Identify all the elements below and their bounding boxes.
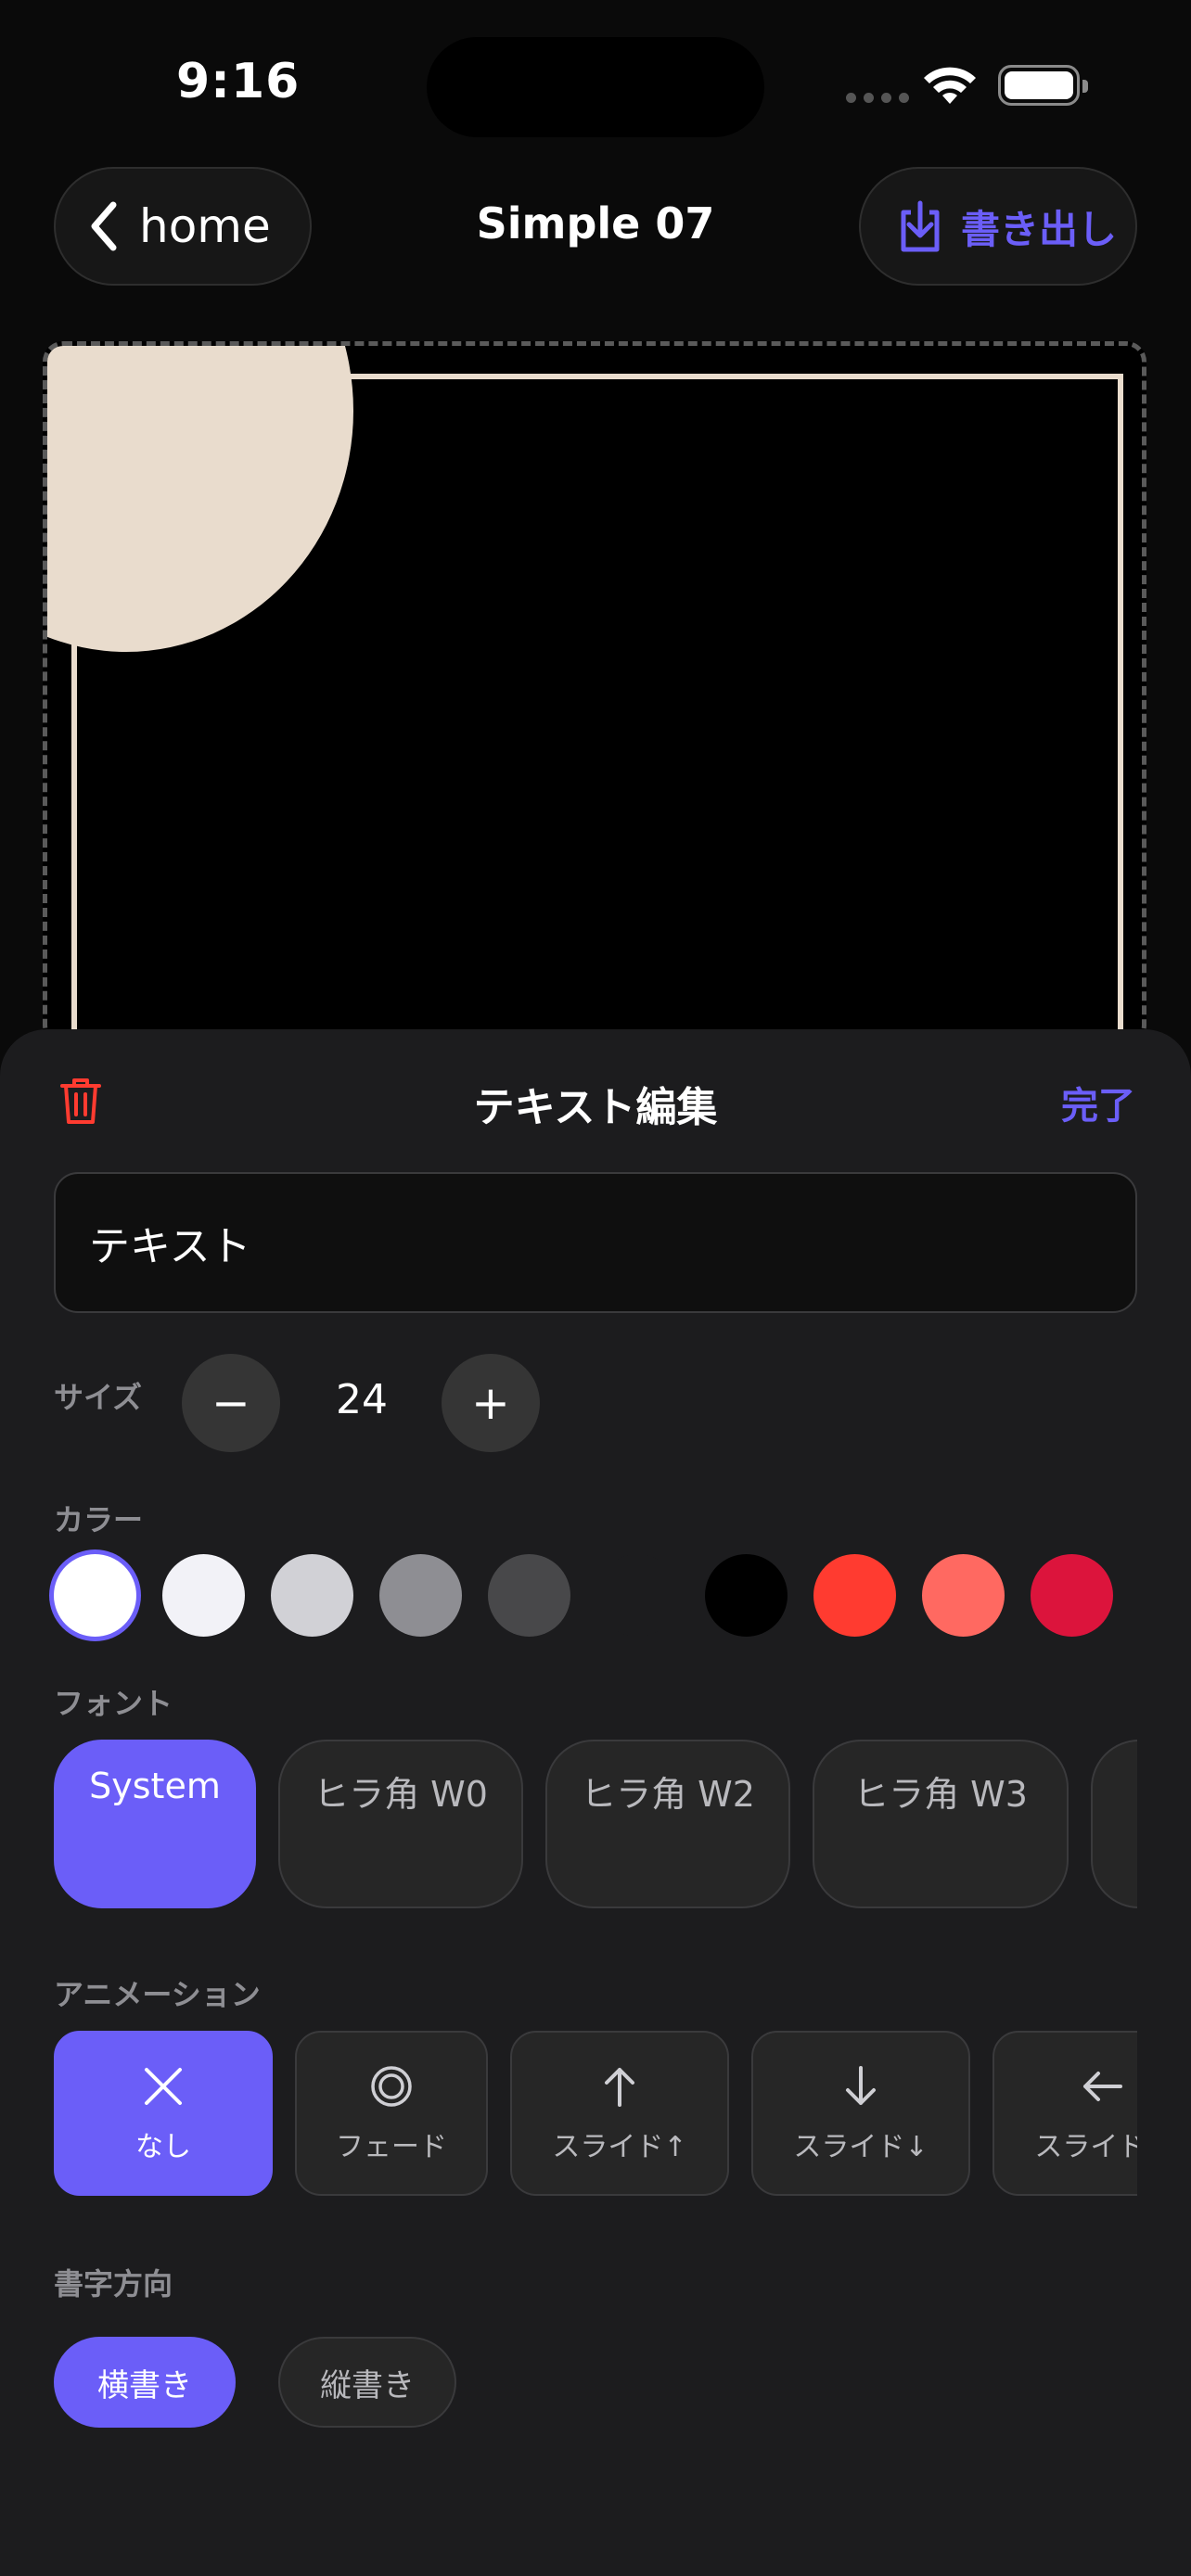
color-swatch[interactable]: [379, 1554, 462, 1637]
animation-options: なし フェード スライド↑ スライド↓ スライド←: [54, 2031, 1137, 2196]
font-option-label: ヒラ角 W3: [853, 1774, 1028, 1815]
animation-option-label: スライド←: [1034, 2131, 1137, 2163]
direction-label: 書字方向: [54, 2266, 173, 2302]
animation-option-label: フェード: [336, 2131, 447, 2163]
size-value: 24: [336, 1376, 388, 1423]
x-icon: [145, 2068, 182, 2105]
color-swatch[interactable]: [271, 1554, 353, 1637]
sheet-title: テキスト編集: [473, 1084, 718, 1131]
color-swatch[interactable]: [54, 1554, 136, 1637]
size-label: サイズ: [54, 1380, 143, 1415]
done-button[interactable]: 完了: [1061, 1076, 1135, 1129]
font-option-hira-w0[interactable]: ヒラ角 W0: [278, 1740, 523, 1908]
animation-option-label: スライド↑: [552, 2131, 687, 2163]
font-option-label: System: [89, 1766, 221, 1806]
chevron-left-icon: [91, 201, 117, 251]
arrow-down-icon: [846, 2066, 876, 2105]
font-option-system[interactable]: System: [54, 1740, 256, 1908]
back-button-label: home: [139, 199, 271, 253]
color-swatch[interactable]: [813, 1554, 896, 1637]
text-edit-sheet: テキスト編集 完了 サイズ − 24 + カラー フォント System ヒラ角…: [0, 1029, 1191, 2576]
status-time: 9:16: [176, 54, 301, 109]
color-swatch[interactable]: [922, 1554, 1005, 1637]
animation-label: アニメーション: [54, 1977, 261, 2012]
animation-option-none[interactable]: なし: [54, 2031, 273, 2196]
download-icon: [901, 200, 940, 252]
export-button-label: 書き出し: [961, 206, 1118, 252]
font-label: フォント: [54, 1686, 173, 1721]
font-option-label: ヒラ角 W0: [314, 1774, 488, 1815]
animation-option-slide-down[interactable]: スライド↓: [751, 2031, 970, 2196]
font-option-hira-w2[interactable]: ヒラ角 W2: [545, 1740, 790, 1908]
font-options: System ヒラ角 W0 ヒラ角 W2 ヒラ角 W3: [54, 1740, 1137, 1908]
animation-option-label: スライド↓: [793, 2131, 928, 2163]
color-swatch[interactable]: [162, 1554, 245, 1637]
cellular-signal-icon: [846, 93, 909, 103]
arrow-up-icon: [605, 2068, 634, 2107]
canvas-preview[interactable]: [43, 341, 1146, 1046]
size-increase-button[interactable]: +: [442, 1354, 540, 1452]
export-button[interactable]: 書き出し: [859, 167, 1137, 286]
battery-icon: [998, 65, 1088, 106]
color-swatch[interactable]: [705, 1554, 788, 1637]
animation-option-slide-left[interactable]: スライド←: [992, 2031, 1137, 2196]
wifi-icon: [924, 67, 976, 104]
back-button[interactable]: home: [54, 167, 312, 286]
arrow-left-icon: [1083, 2072, 1122, 2101]
animation-option-fade[interactable]: フェード: [295, 2031, 488, 2196]
text-input[interactable]: [54, 1172, 1137, 1313]
dynamic-island: [427, 37, 764, 137]
color-swatch[interactable]: [1031, 1554, 1113, 1637]
font-option-hira-w3[interactable]: ヒラ角 W3: [813, 1740, 1069, 1908]
color-label: カラー: [54, 1502, 144, 1537]
vertical-writing-button[interactable]: 縦書き: [278, 2337, 456, 2428]
color-swatch-row: [54, 1554, 1113, 1637]
horizontal-writing-button[interactable]: 横書き: [54, 2337, 236, 2428]
animation-option-slide-up[interactable]: スライド↑: [510, 2031, 729, 2196]
color-swatch[interactable]: [488, 1554, 570, 1637]
size-decrease-button[interactable]: −: [182, 1354, 280, 1452]
font-option-more[interactable]: [1091, 1740, 1137, 1908]
color-swatch[interactable]: [596, 1554, 679, 1637]
font-option-label: ヒラ角 W2: [581, 1774, 755, 1815]
animation-option-label: なし: [135, 2131, 191, 2163]
page-title: Simple 07: [476, 198, 715, 249]
fade-circle-icon: [371, 2066, 412, 2107]
